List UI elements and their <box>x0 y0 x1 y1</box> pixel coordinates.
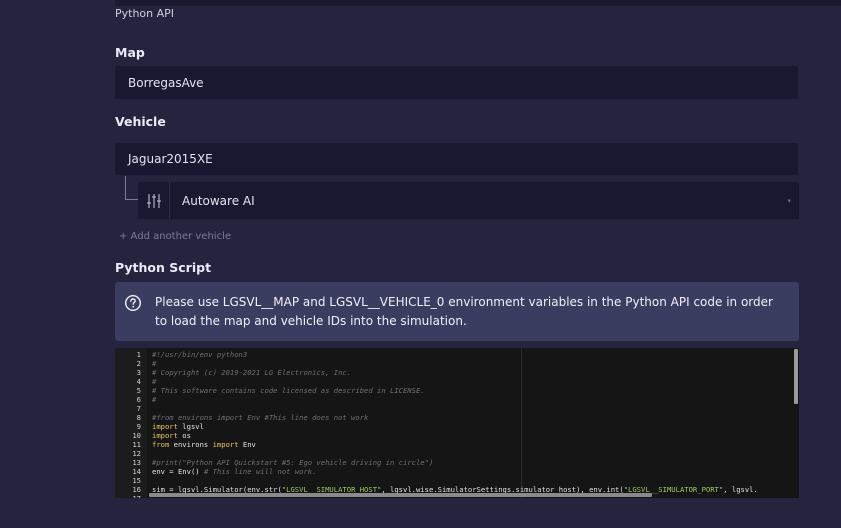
line-code[interactable]: #!/usr/bin/env python3 <box>152 350 247 359</box>
line-number: 6 <box>136 395 141 404</box>
line-number: 2 <box>136 359 141 368</box>
chevron-down-icon: ▾ <box>787 196 791 205</box>
question-circle-icon <box>124 294 142 316</box>
add-vehicle-link[interactable]: + Add another vehicle <box>119 231 231 242</box>
info-text: Please use LGSVL__MAP and LGSVL__VEHICLE… <box>155 295 773 328</box>
code-editor[interactable]: 1 #!/usr/bin/env python3 2 #3 # Copyright (c… <box>115 348 799 498</box>
line-number: 7 <box>136 404 141 413</box>
map-label: Map <box>115 45 145 60</box>
line-number: 1 <box>136 350 141 359</box>
line-code[interactable]: # <box>152 359 156 368</box>
horizontal-scrollbar[interactable] <box>149 493 652 497</box>
line-code[interactable]: #print("Python API Quickstart #5: Ego ve… <box>152 458 433 467</box>
line-number: 3 <box>136 368 141 377</box>
line-code[interactable]: import lgsvl <box>152 422 204 431</box>
code-line[interactable]: 2 # <box>115 359 799 368</box>
line-number: 8 <box>136 413 141 422</box>
code-line[interactable]: 7 <box>115 404 799 413</box>
line-number: 5 <box>136 386 141 395</box>
code-line[interactable]: 11 from environs import Env <box>115 440 799 449</box>
vehicle-select[interactable]: Jaguar2015XE <box>115 143 798 175</box>
code-line[interactable]: 1 #!/usr/bin/env python3 <box>115 350 799 359</box>
line-number: 10 <box>132 431 141 440</box>
section-title: Python API <box>115 7 175 20</box>
line-number: 13 <box>132 458 141 467</box>
map-value: BorregasAve <box>128 75 204 90</box>
code-line[interactable]: 13 #print("Python API Quickstart #5: Ego … <box>115 458 799 467</box>
vertical-scrollbar[interactable] <box>794 349 798 404</box>
code-line[interactable]: 12 <box>115 449 799 458</box>
line-code[interactable]: # Copyright (c) 2019-2021 LG Electronics… <box>152 368 351 377</box>
code-line[interactable]: 8 #from environs import Env #This line do… <box>115 413 799 422</box>
code-line[interactable]: 6 # <box>115 395 799 404</box>
line-number: 11 <box>132 440 141 449</box>
line-number: 4 <box>136 377 141 386</box>
line-number: 17 <box>115 494 141 498</box>
tree-connector <box>125 176 138 200</box>
code-line[interactable]: 3 # Copyright (c) 2019-2021 LG Electronic… <box>115 368 799 377</box>
map-select[interactable]: BorregasAve <box>115 66 798 99</box>
code-line[interactable]: 5 # This software contains code licensed … <box>115 386 799 395</box>
line-code[interactable]: #from environs import Env #This line doe… <box>152 413 368 422</box>
line-code[interactable]: env = Env() # This line will not work. <box>152 467 316 476</box>
code-line[interactable]: 9 import lgsvl <box>115 422 799 431</box>
line-number: 16 <box>132 485 141 494</box>
python-script-label: Python Script <box>115 260 212 275</box>
vehicle-value: Jaguar2015XE <box>128 152 213 166</box>
code-lines[interactable]: 1 #!/usr/bin/env python3 2 #3 # Copyright (c… <box>115 350 799 498</box>
line-code[interactable]: # <box>152 395 156 404</box>
sliders-icon <box>138 182 170 219</box>
line-code[interactable]: # This software contains code licensed a… <box>152 386 425 395</box>
line-number: 12 <box>132 449 141 458</box>
code-line[interactable]: 14 env = Env() # This line will not work. <box>115 467 799 476</box>
line-number: 14 <box>132 467 141 476</box>
line-number: 9 <box>136 422 141 431</box>
line-number: 15 <box>132 476 141 485</box>
code-line[interactable]: 4 # <box>115 377 799 386</box>
info-alert: Please use LGSVL__MAP and LGSVL__VEHICLE… <box>115 282 799 341</box>
line-code[interactable]: from environs import Env <box>152 440 256 449</box>
vehicle-label: Vehicle <box>115 114 166 129</box>
line-code[interactable]: # <box>152 377 156 386</box>
top-bar <box>115 0 841 6</box>
code-line[interactable]: 15 <box>115 476 799 485</box>
code-line[interactable]: 10 import os <box>115 431 799 440</box>
bridge-select[interactable]: Autoware AI ▾ <box>138 182 799 219</box>
line-code[interactable]: import os <box>152 431 191 440</box>
bridge-value: Autoware AI <box>182 193 255 208</box>
